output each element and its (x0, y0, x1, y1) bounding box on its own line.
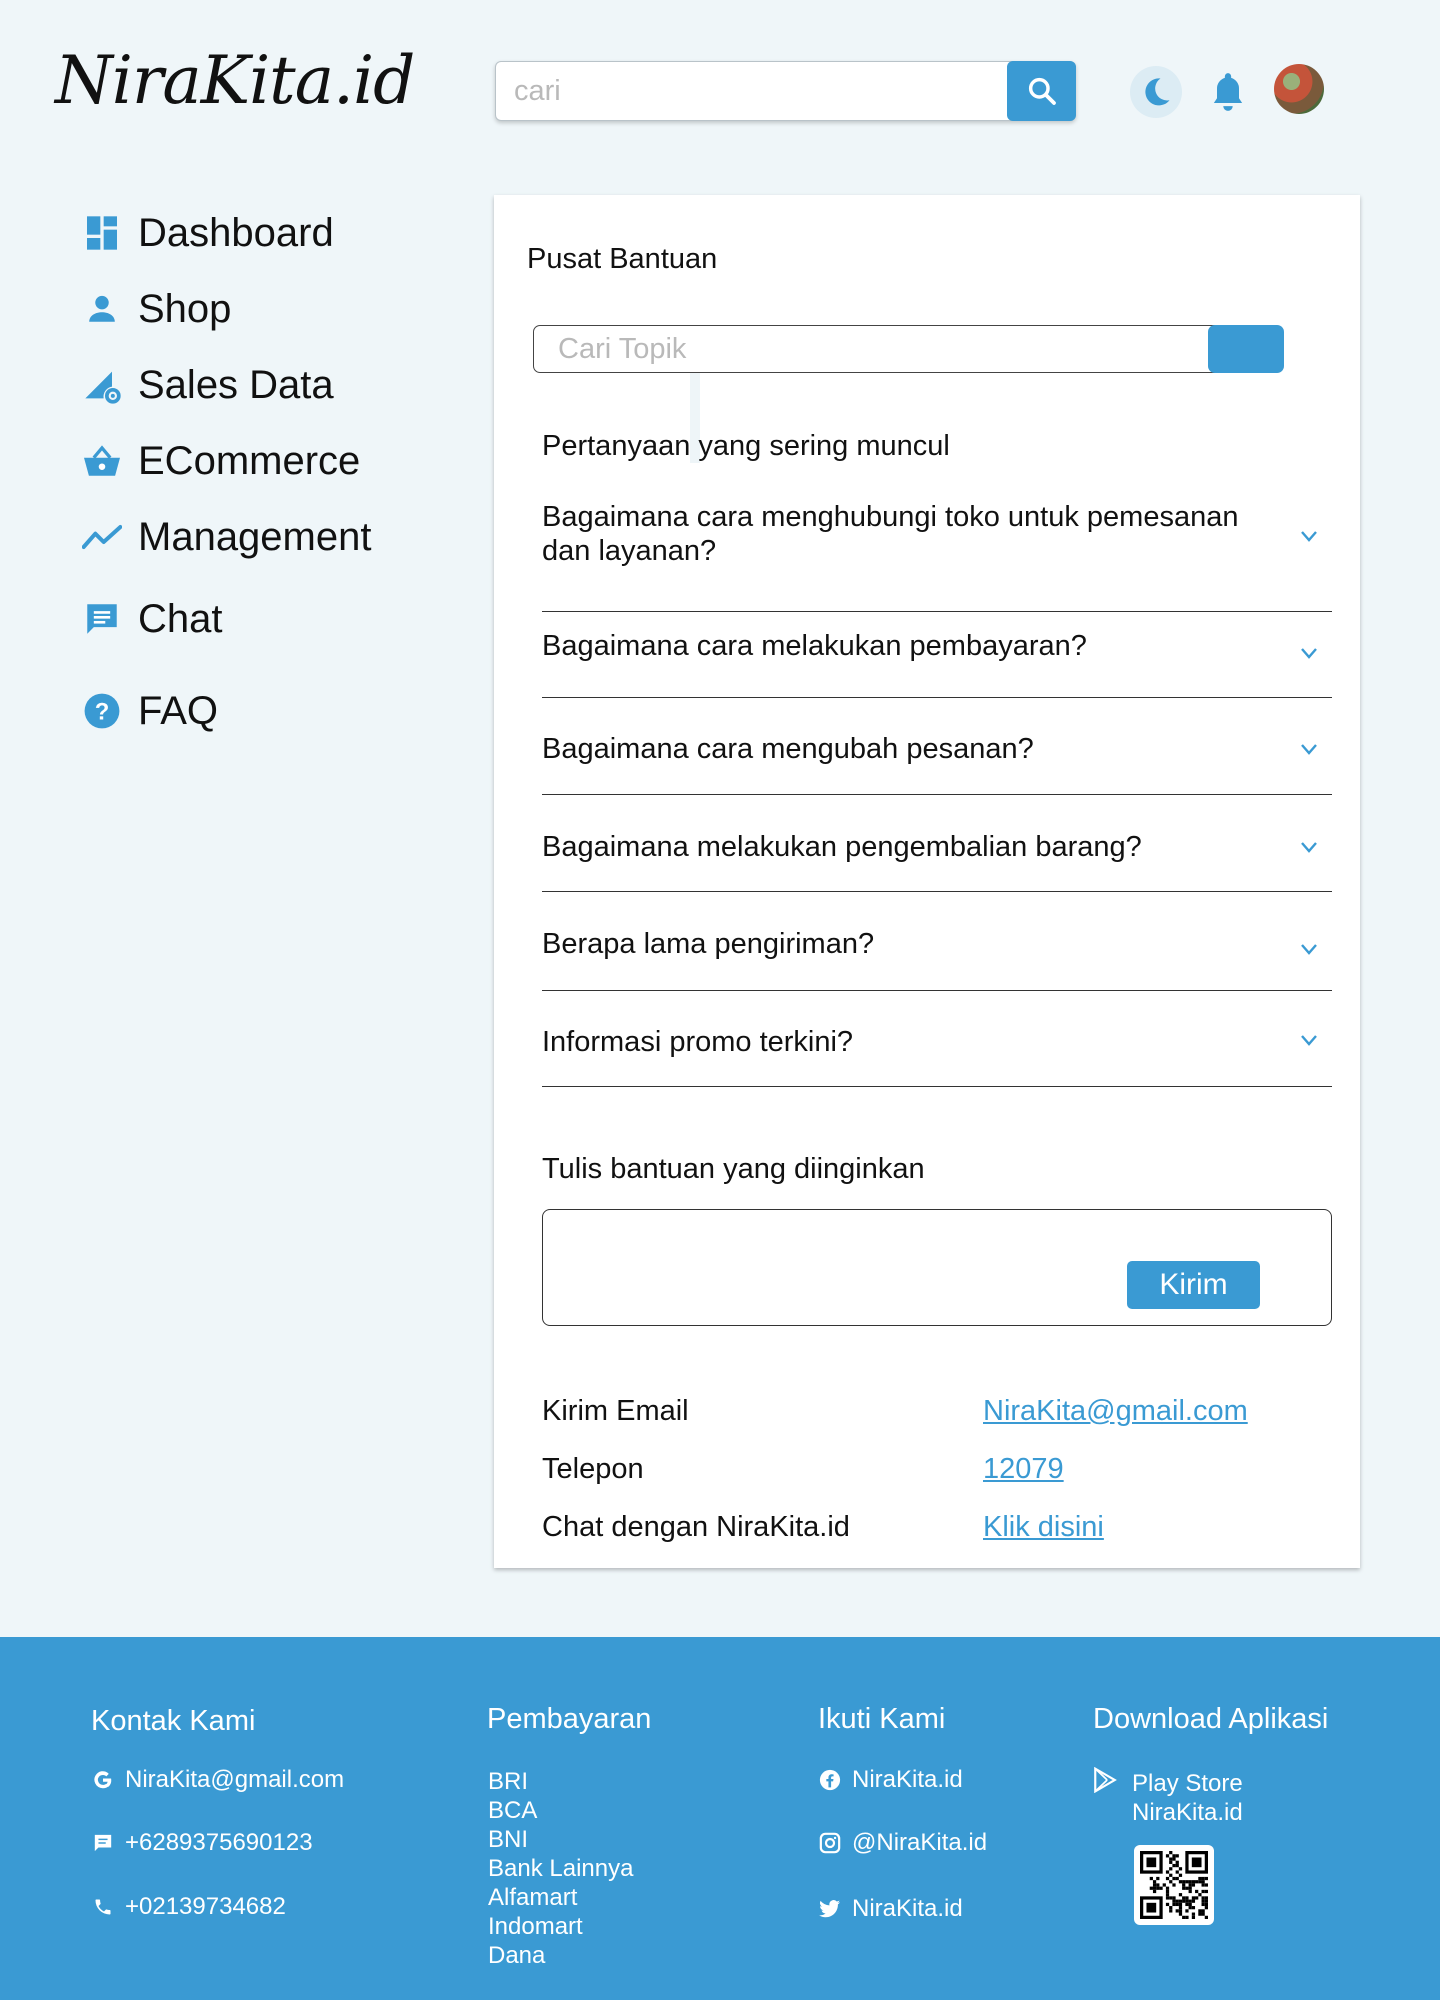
chevron-down-icon[interactable] (1298, 738, 1320, 760)
payment-item[interactable]: BNI (488, 1825, 633, 1854)
help-message-input[interactable] (557, 1220, 1167, 1315)
chart-gear-icon (80, 363, 124, 407)
logo[interactable]: NiraKita.id (55, 48, 415, 114)
chevron-down-icon[interactable] (1298, 938, 1320, 960)
moon-icon (1145, 78, 1170, 106)
sidebar-item-label: Management (138, 514, 372, 559)
page-title: Pusat Bantuan (527, 243, 718, 275)
sidebar-item-label: Chat (138, 596, 223, 641)
faq-question: Bagaimana cara menghubungi toko untuk pe… (542, 501, 1239, 567)
chevron-down-icon[interactable] (1298, 642, 1320, 664)
chevron-down-icon[interactable] (1298, 1029, 1320, 1051)
faq-item[interactable]: Bagaimana cara mengubah pesanan? (542, 698, 1332, 795)
faq-heading: Pertanyaan yang sering muncul (542, 430, 950, 462)
sidebar-item-sales-data[interactable]: Sales Data (80, 360, 334, 410)
footer-phone-primary[interactable]: +6289375690123 (91, 1829, 313, 1857)
faq-item[interactable]: Berapa lama pengiriman? (542, 892, 1332, 991)
contact-chat-link[interactable]: Klik disini (983, 1511, 1104, 1544)
chat-icon (91, 1831, 115, 1855)
trend-icon (80, 515, 124, 559)
footer-twitter[interactable]: NiraKita.id (818, 1895, 963, 1923)
qr-code (1134, 1845, 1214, 1925)
play-store-icon (1093, 1766, 1119, 1794)
faq-item[interactable]: Bagaimana cara menghubungi toko untuk pe… (542, 500, 1332, 612)
notification-button[interactable] (1205, 66, 1251, 118)
chat-icon (80, 597, 124, 641)
instagram-icon (818, 1831, 842, 1855)
twitter-icon (818, 1897, 842, 1921)
payment-item[interactable]: Indomart (488, 1912, 633, 1941)
sidebar-item-management[interactable]: Management (80, 512, 371, 562)
sidebar-item-faq[interactable]: ? FAQ (80, 686, 218, 736)
help-center-card: Pusat Bantuan Pertanyaan yang sering mun… (494, 195, 1360, 1568)
contact-email-label: Kirim Email (542, 1395, 689, 1427)
topic-search-bar (533, 325, 1263, 373)
payment-item[interactable]: Dana (488, 1941, 633, 1970)
footer-instagram[interactable]: @NiraKita.id (818, 1829, 987, 1857)
payment-item[interactable]: Bank Lainnya (488, 1854, 633, 1883)
google-icon (91, 1768, 115, 1792)
sidebar-item-shop[interactable]: Shop (80, 284, 231, 334)
sidebar-item-label: Sales Data (138, 362, 334, 407)
sidebar-item-label: Dashboard (138, 210, 334, 255)
contact-phone-label: Telepon (542, 1453, 644, 1485)
chevron-down-icon[interactable] (1298, 525, 1320, 547)
contact-phone-link[interactable]: 12079 (983, 1453, 1064, 1486)
payment-item[interactable]: BRI (488, 1767, 633, 1796)
footer-facebook[interactable]: NiraKita.id (818, 1766, 963, 1794)
faq-question: Informasi promo terkini? (542, 1026, 854, 1058)
search-bar (495, 61, 1076, 121)
contact-email-link[interactable]: NiraKita@gmail.com (983, 1395, 1248, 1428)
play-store-link[interactable]: Play Store NiraKita.id (1132, 1769, 1243, 1827)
sidebar-item-ecommerce[interactable]: ECommerce (80, 436, 360, 486)
dashboard-icon (80, 211, 124, 255)
faq-item[interactable]: Bagaimana melakukan pengembalian barang? (542, 795, 1332, 892)
faq-question: Bagaimana melakukan pengembalian barang? (542, 831, 1142, 863)
sidebar-item-label: Shop (138, 286, 232, 331)
footer: Kontak Kami NiraKita@gmail.com +62893756… (0, 1637, 1440, 2000)
phone-icon (91, 1895, 115, 1919)
sidebar-item-label: FAQ (138, 688, 219, 733)
chevron-down-icon[interactable] (1298, 836, 1320, 858)
faq-question: Bagaimana cara mengubah pesanan? (542, 733, 1034, 765)
facebook-icon (818, 1768, 842, 1792)
faq-item[interactable]: Bagaimana cara melakukan pembayaran? (542, 612, 1332, 698)
person-icon (80, 287, 124, 331)
sidebar-item-dashboard[interactable]: Dashboard (80, 208, 334, 258)
footer-follow-title: Ikuti Kami (818, 1703, 946, 1735)
sidebar-item-chat[interactable]: Chat (80, 594, 223, 644)
payment-item[interactable]: BCA (488, 1796, 633, 1825)
basket-icon (80, 439, 124, 483)
help-icon: ? (80, 689, 124, 733)
bell-icon (1213, 73, 1243, 111)
dark-mode-toggle[interactable] (1130, 66, 1182, 118)
search-input[interactable] (514, 74, 984, 108)
sidebar-item-label: ECommerce (138, 438, 361, 483)
faq-question: Bagaimana cara melakukan pembayaran? (542, 630, 1087, 662)
footer-download-title: Download Aplikasi (1093, 1703, 1329, 1735)
footer-payment-title: Pembayaran (487, 1703, 652, 1735)
send-button[interactable]: Kirim (1127, 1261, 1260, 1309)
footer-phone-secondary[interactable]: +02139734682 (91, 1893, 286, 1921)
help-label: Tulis bantuan yang diinginkan (542, 1153, 925, 1185)
payment-list: BRI BCA BNI Bank Lainnya Alfamart Indoma… (488, 1767, 633, 1970)
payment-item[interactable]: Alfamart (488, 1883, 633, 1912)
faq-question: Berapa lama pengiriman? (542, 928, 875, 960)
faq-item[interactable]: Informasi promo terkini? (542, 991, 1332, 1087)
avatar[interactable] (1274, 64, 1324, 114)
svg-text:?: ? (95, 699, 110, 726)
search-icon (1028, 77, 1056, 105)
topic-search-input[interactable] (558, 332, 1208, 366)
search-button[interactable] (1007, 61, 1076, 121)
footer-email[interactable]: NiraKita@gmail.com (91, 1766, 344, 1794)
contact-chat-label: Chat dengan NiraKita.id (542, 1511, 850, 1543)
topic-search-button[interactable] (1208, 325, 1284, 373)
footer-contact-title: Kontak Kami (91, 1705, 256, 1737)
